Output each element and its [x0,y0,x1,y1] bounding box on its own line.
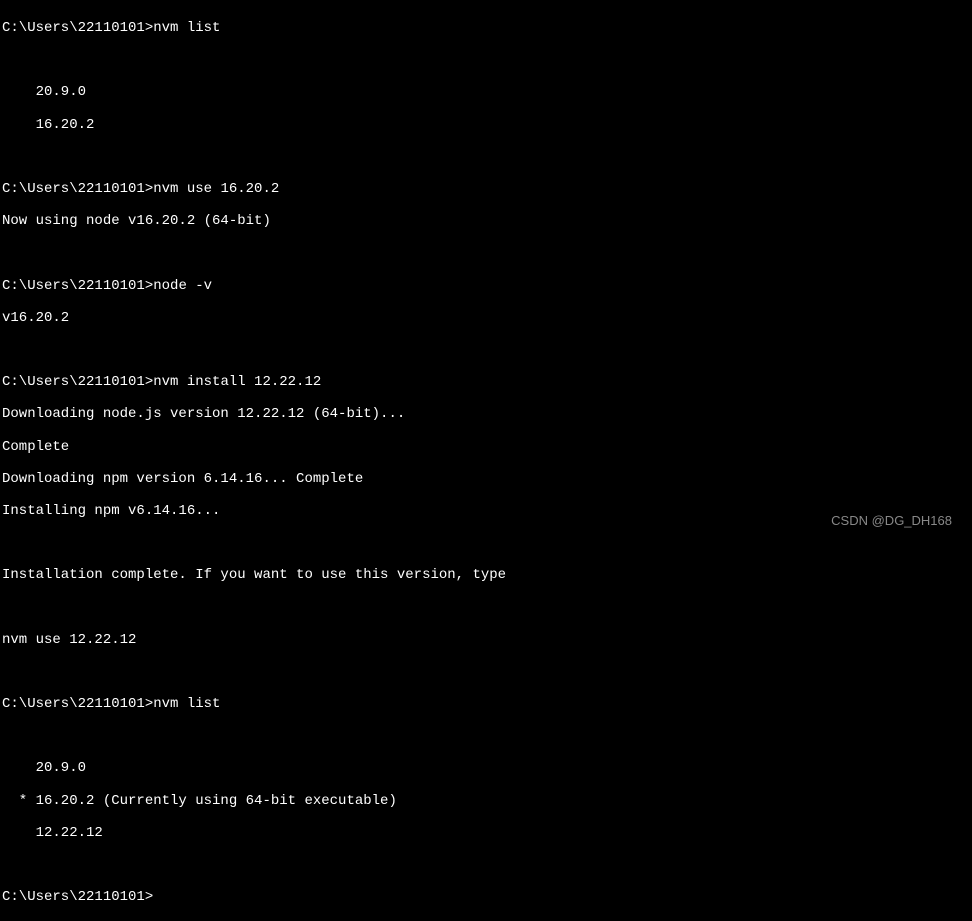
output-line: nvm use 12.22.12 [2,632,970,648]
output-line: Downloading npm version 6.14.16... Compl… [2,471,970,487]
prompt: C:\Users\22110101> [2,278,153,294]
output-line [2,245,970,261]
watermark: CSDN @DG_DH168 [831,514,952,529]
prompt: C:\Users\22110101> [2,696,153,712]
output-line: 20.9.0 [2,84,970,100]
output-line [2,664,970,680]
command-input: nvm list [153,696,220,712]
output-line: Downloading node.js version 12.22.12 (64… [2,406,970,422]
output-line: * 16.20.2 (Currently using 64-bit execut… [2,793,970,809]
output-line [2,535,970,551]
output-line: Now using node v16.20.2 (64-bit) [2,213,970,229]
output-line [2,52,970,68]
output-line [2,342,970,358]
output-line [2,599,970,615]
command-input: nvm use 16.20.2 [153,181,279,197]
command-input: nvm list [153,20,220,36]
prompt: C:\Users\22110101> [2,20,153,36]
output-line: Installing npm v6.14.16... [2,503,970,519]
terminal-output[interactable]: C:\Users\22110101>nvm list 20.9.0 16.20.… [2,4,970,921]
output-line [2,857,970,873]
output-line: 16.20.2 [2,117,970,133]
prompt: C:\Users\22110101> [2,181,153,197]
output-line [2,149,970,165]
output-line: 12.22.12 [2,825,970,841]
command-input: node -v [153,278,212,294]
output-line [2,728,970,744]
prompt: C:\Users\22110101> [2,374,153,390]
output-line: v16.20.2 [2,310,970,326]
output-line: 20.9.0 [2,760,970,776]
output-line: Complete [2,439,970,455]
command-input: nvm install 12.22.12 [153,374,321,390]
prompt: C:\Users\22110101> [2,889,153,905]
output-line: Installation complete. If you want to us… [2,567,970,583]
